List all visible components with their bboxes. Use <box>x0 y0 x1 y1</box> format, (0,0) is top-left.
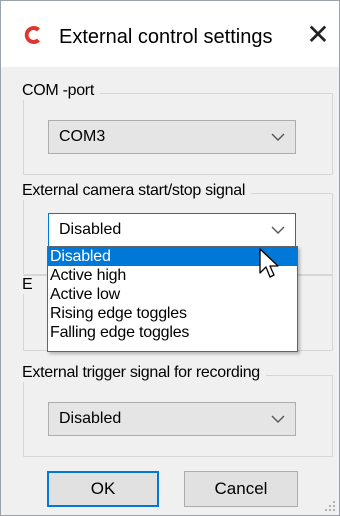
com-port-value: COM3 <box>59 128 106 145</box>
ok-button[interactable]: OK <box>47 471 159 507</box>
external-control-settings-dialog: External control settings ✕ COM -port CO… <box>0 0 340 516</box>
chevron-down-icon <box>271 415 285 423</box>
chevron-down-icon <box>271 133 285 141</box>
com-port-legend: COM -port <box>12 82 100 100</box>
dropdown-option[interactable]: Rising edge toggles <box>48 304 297 323</box>
app-c-logo-icon <box>24 26 40 44</box>
camera-signal-select[interactable]: Disabled <box>48 213 296 247</box>
resize-grip-icon[interactable] <box>324 500 336 512</box>
mouse-pointer-icon <box>259 248 279 278</box>
com-port-select[interactable]: COM3 <box>48 120 296 154</box>
trigger-signal-value: Disabled <box>59 410 122 427</box>
camera-signal-value: Disabled <box>59 221 122 238</box>
cancel-button[interactable]: Cancel <box>184 471 298 507</box>
chevron-down-icon <box>271 226 285 234</box>
dropdown-option[interactable]: Active low <box>48 285 297 304</box>
trigger-signal-legend: External trigger signal for recording <box>12 364 266 382</box>
close-icon[interactable]: ✕ <box>301 17 335 53</box>
camera-signal-legend: External camera start/stop signal <box>12 182 252 200</box>
com-port-group: COM -port COM3 <box>12 82 333 175</box>
dropdown-option[interactable]: Falling edge toggles <box>48 323 297 342</box>
trigger-signal-group: External trigger signal for recording Di… <box>12 364 333 457</box>
hidden-group-legend: E <box>12 276 39 294</box>
window-title: External control settings <box>59 26 273 48</box>
trigger-signal-select[interactable]: Disabled <box>48 402 296 436</box>
title-bar: External control settings ✕ <box>1 1 339 67</box>
